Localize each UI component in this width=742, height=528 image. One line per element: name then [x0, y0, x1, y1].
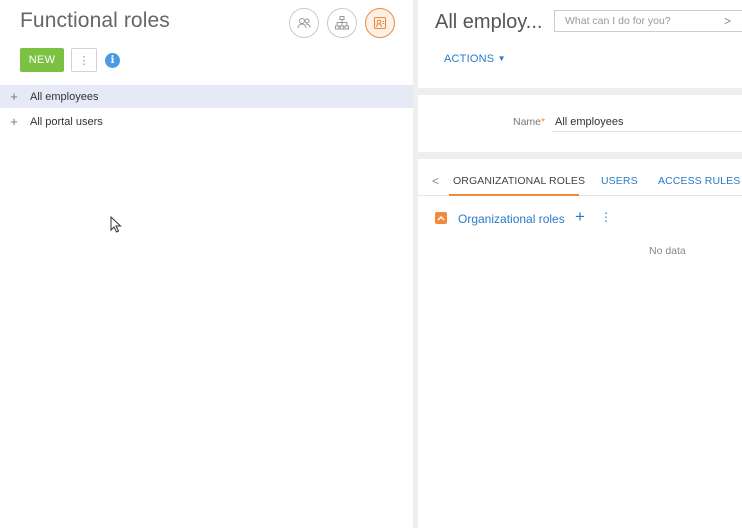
- page-title: Functional roles: [20, 9, 170, 32]
- command-go-icon[interactable]: >: [724, 14, 731, 28]
- actions-label: ACTIONS: [444, 53, 495, 65]
- expand-icon[interactable]: +: [0, 114, 24, 129]
- name-field[interactable]: All employees: [552, 112, 742, 132]
- right-panel: All employ... What can I do for you? > A…: [418, 0, 742, 528]
- required-marker: *: [541, 116, 546, 128]
- empty-state-text: No data: [649, 245, 686, 257]
- more-actions-button[interactable]: ⋮: [71, 48, 97, 72]
- tab-users[interactable]: USERS: [601, 175, 638, 187]
- tree-item-label: All portal users: [30, 115, 103, 128]
- functional-roles-button[interactable]: [365, 8, 395, 38]
- command-placeholder: What can I do for you?: [565, 15, 671, 27]
- tabs-prev-icon[interactable]: <: [432, 174, 439, 188]
- active-tab-indicator: [449, 194, 579, 196]
- more-icon[interactable]: ⋮: [600, 210, 612, 224]
- command-line-input[interactable]: What can I do for you? >: [554, 10, 742, 32]
- name-field-label: Name*: [513, 116, 546, 128]
- add-icon[interactable]: +: [575, 207, 585, 227]
- tab-bar: < ORGANIZATIONAL ROLES USERS ACCESS RULE…: [418, 166, 742, 196]
- detail-title[interactable]: Organizational roles: [458, 212, 565, 226]
- section-divider: [418, 152, 742, 159]
- org-structure-button[interactable]: [327, 8, 357, 38]
- section-divider: [418, 88, 742, 95]
- left-panel: Functional roles NEW ⋮ i + All employees…: [0, 0, 413, 528]
- expand-icon[interactable]: +: [0, 89, 24, 104]
- mouse-cursor-icon: [110, 216, 122, 233]
- tree-item-label: All employees: [30, 90, 99, 103]
- tab-organizational-roles[interactable]: ORGANIZATIONAL ROLES: [453, 175, 585, 187]
- org-structure-icon: [335, 16, 349, 30]
- tree-item-all-portal-users[interactable]: + All portal users: [0, 110, 413, 133]
- info-icon[interactable]: i: [105, 53, 120, 68]
- actions-menu-button[interactable]: ACTIONS ▼: [444, 53, 506, 65]
- tree-item-all-employees[interactable]: + All employees: [0, 85, 413, 108]
- users-icon: [297, 18, 311, 29]
- record-title: All employ...: [435, 11, 543, 33]
- functional-roles-icon: [373, 16, 387, 30]
- new-button[interactable]: NEW: [20, 48, 64, 72]
- caret-down-icon: ▼: [497, 54, 506, 63]
- collapse-icon[interactable]: [435, 212, 447, 224]
- tab-access-rules[interactable]: ACCESS RULES: [658, 175, 740, 187]
- users-view-button[interactable]: [289, 8, 319, 38]
